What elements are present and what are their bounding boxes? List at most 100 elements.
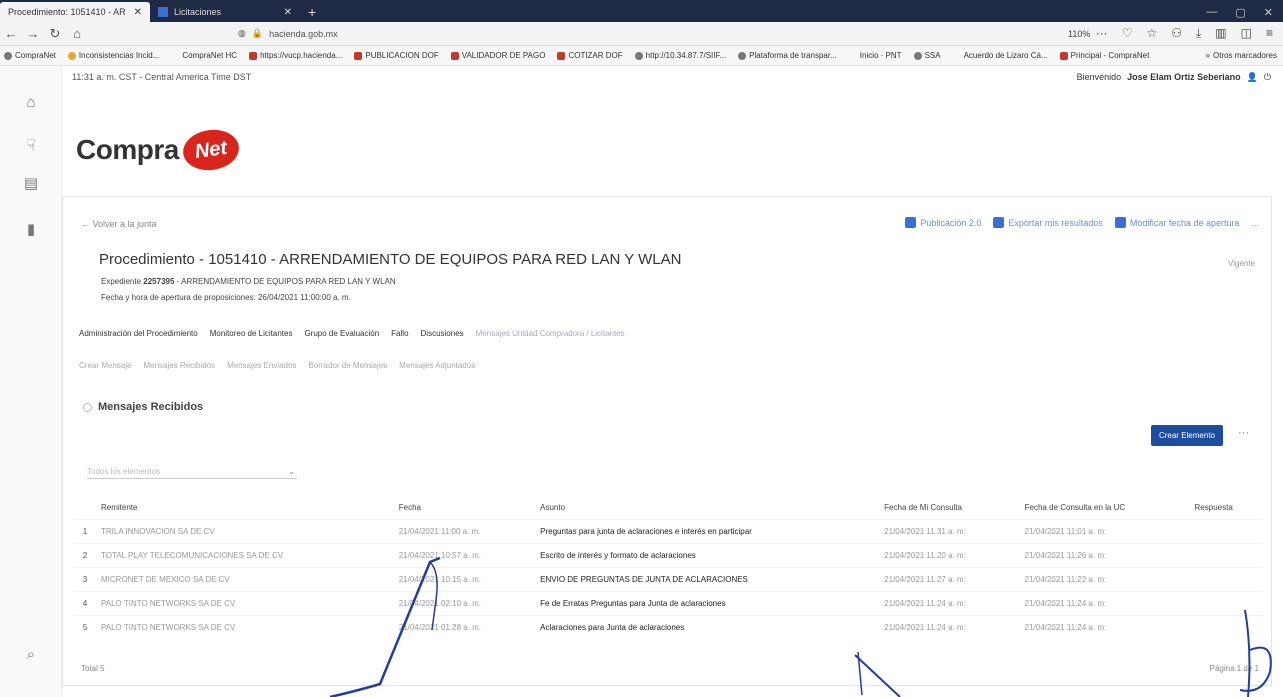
window-controls: — ▢ ✕	[1196, 2, 1283, 22]
bookmark-item[interactable]: SSA	[913, 51, 941, 60]
back-link[interactable]: ← Volver a la junta	[81, 219, 157, 229]
bookmark-item[interactable]: https://vucp.hacienda...	[249, 51, 342, 60]
subject-link[interactable]: ENVIO DE PREGUNTAS DE JUNTA DE ACLARACIO…	[536, 566, 881, 591]
pocket-icon[interactable]: ♡	[1122, 26, 1133, 41]
bookmark-label: VALIDADOR DE PAGO	[461, 51, 546, 60]
back-arrow-icon[interactable]: ←	[0, 26, 22, 41]
minimize-icon[interactable]: —	[1206, 6, 1217, 18]
handshake-icon[interactable]: ☟	[22, 136, 40, 154]
status-badge: Vigente	[1228, 259, 1255, 268]
bookmark-item[interactable]: COTIZAR DOF	[557, 51, 623, 60]
star-icon[interactable]: ☆	[1146, 26, 1157, 41]
table-row[interactable]: 2 TOTAL PLAY TELECOMUNICACIONES SA DE CV 2…	[73, 542, 1263, 567]
bookmark-item[interactable]: Principal - CompraNet	[1059, 51, 1149, 60]
table-cell: 4	[73, 590, 97, 615]
column-header[interactable]: Fecha de Mi Consulta	[880, 497, 1020, 519]
new-tab-icon[interactable]: +	[300, 2, 324, 22]
maximize-icon[interactable]: ▢	[1235, 6, 1245, 19]
tab-message-4[interactable]: Mensajes Adjuntados	[399, 361, 475, 370]
browser-tab-active[interactable]: Procedimiento: 1051410 - AR ✕	[0, 2, 150, 22]
column-header[interactable]: Asunto	[536, 497, 880, 519]
tab-message-2[interactable]: Mensajes Enviados	[227, 361, 296, 370]
column-header[interactable]: Fecha	[395, 497, 536, 519]
search-icon[interactable]: ⌕	[22, 646, 40, 664]
close-window-icon[interactable]: ✕	[1264, 6, 1273, 19]
bookmark-item[interactable]: PUBLICACION DOF	[354, 51, 439, 60]
bookmark-item[interactable]: CompraNet	[4, 51, 56, 60]
tab-procedure-2[interactable]: Grupo de Evaluación	[304, 329, 379, 338]
modify-date-action[interactable]: Modificar fecha de apertura	[1114, 217, 1239, 228]
subject-link[interactable]: Aclaraciones para Junta de aclaraciones	[536, 614, 881, 639]
menu-icon[interactable]: ≡	[1266, 26, 1273, 41]
procedure-title: Procedimiento - 1051410 - ARRENDAMIENTO …	[99, 251, 682, 268]
document-icon[interactable]: ▮	[22, 220, 40, 238]
bookmark-item[interactable]: Plataforma de transpar...	[738, 51, 837, 60]
chart-icon[interactable]: ▤	[22, 174, 40, 192]
tab-procedure-4[interactable]: Discusiones	[421, 329, 464, 338]
more-actions[interactable]: ...	[1251, 217, 1259, 228]
subject-link[interactable]: Escrito de interés y formato de aclaraci…	[536, 542, 881, 567]
subject-link[interactable]: Fe de Erratas Preguntas para Junta de ac…	[536, 590, 881, 615]
power-icon[interactable]: ⏻	[1264, 72, 1271, 83]
bookmark-favicon-icon	[354, 51, 363, 60]
tab-procedure-3[interactable]: Fallo	[391, 329, 408, 338]
account-icon[interactable]: ⚇	[1171, 26, 1182, 41]
table-cell: 21/04/2021 11:24 a. m.	[1020, 614, 1191, 639]
user-icon[interactable]: 👤	[1247, 72, 1258, 83]
table-row[interactable]: 5 PALO TINTO NETWORKS SA DE CV 21/04/2021 …	[73, 614, 1263, 639]
tab-message-1[interactable]: Mensajes Recibidos	[143, 361, 215, 370]
sidebar-icon[interactable]: ◫	[1241, 26, 1252, 41]
close-tab-icon[interactable]: ✕	[134, 7, 142, 18]
column-header[interactable]: Remitente	[97, 497, 395, 519]
pagination[interactable]: Página 1 de 1	[1210, 664, 1259, 673]
toolbar-icons: ··· ♡ ☆ ⚇ ⤓ ▥ ◫ ≡	[1096, 26, 1283, 41]
home-icon[interactable]: ⌂	[66, 26, 88, 41]
table-cell	[1190, 518, 1263, 543]
view-filter-select[interactable]: Todos los elementos ⌄	[87, 465, 297, 479]
expediente-number[interactable]: 2257395	[143, 277, 174, 286]
table-row[interactable]: 1 TRILA INNOVACION SA DE CV 21/04/2021 11:…	[73, 518, 1263, 543]
download-icon[interactable]: ⤓	[1196, 26, 1201, 41]
bookmark-label: SSA	[924, 51, 941, 60]
tab-procedure-1[interactable]: Monitoreo de Licitantes	[210, 329, 293, 338]
tab-message-3[interactable]: Borrador de Mensajes	[308, 361, 387, 370]
publish-icon	[905, 217, 917, 228]
export-action[interactable]: Exportar mis resultados	[993, 217, 1103, 228]
zoom-level[interactable]: 110%	[1068, 29, 1090, 39]
expediente-label: Expediente	[101, 277, 142, 286]
table-row[interactable]: 4 PALO TINTO NETWORKS SA DE CV 21/04/2021 …	[73, 590, 1263, 615]
globe-icon	[913, 51, 922, 60]
bookmark-item[interactable]: CompraNet HC	[171, 51, 237, 60]
create-element-button[interactable]: Crear Elemento	[1150, 425, 1223, 446]
bookmark-item[interactable]: Inicio · PNT	[849, 51, 902, 60]
bookmark-item[interactable]: Acuerdo de Lizaro Cá...	[953, 51, 1048, 60]
info-bar: 11:31 a. m. CST - Central America Time D…	[62, 66, 1283, 88]
more-icon[interactable]: ···	[1096, 26, 1108, 41]
browser-nav-bar: ← → ↻ ⌂ ◍ 🔒 hacienda.gob.mx 110% ··· ♡ ☆…	[0, 22, 1283, 46]
tab-procedure-0[interactable]: Administración del Procedimiento	[79, 329, 198, 338]
bookmark-item[interactable]: Inconsistencias Incid...	[67, 51, 159, 60]
forward-arrow-icon[interactable]: →	[22, 26, 44, 41]
table-row[interactable]: 3 MICRONET DE MEXICO SA DE CV 21/04/2021 1…	[73, 566, 1263, 591]
panel-actions: Publicación 2.0 Exportar mis resultados …	[905, 217, 1259, 228]
column-header[interactable]: Respuesta	[1191, 497, 1263, 519]
bookmark-item[interactable]: http://10.34.87.7/SIIF...	[634, 51, 726, 60]
close-tab-icon[interactable]: ✕	[284, 7, 292, 18]
tab-message-0[interactable]: Crear Mensaje	[79, 361, 131, 370]
column-header[interactable]	[73, 497, 97, 519]
bookmark-favicon-icon	[249, 51, 258, 60]
reload-icon[interactable]: ↻	[44, 26, 66, 42]
subject-link[interactable]: Preguntas para junta de aclaraciones e i…	[536, 518, 881, 543]
publicacion-action[interactable]: Publicación 2.0	[905, 217, 981, 228]
browser-tab-licitaciones[interactable]: Licitaciones ✕	[150, 2, 300, 22]
globe-icon	[849, 52, 857, 60]
address-bar[interactable]: ◍ 🔒 hacienda.gob.mx	[238, 25, 1048, 43]
more-options-icon[interactable]: ···	[1238, 427, 1249, 439]
tab-procedure-5[interactable]: Mensajes Unidad Compradora / Licitantes	[476, 329, 625, 338]
table-cell: 21/04/2021 10:57 a. m.	[394, 542, 537, 567]
other-bookmarks[interactable]: » Otros marcadores	[1206, 51, 1283, 60]
home-icon[interactable]: ⌂	[22, 94, 40, 112]
bookmark-item[interactable]: VALIDADOR DE PAGO	[450, 51, 546, 60]
column-header[interactable]: Fecha de Consulta en la UC	[1021, 497, 1191, 519]
library-icon[interactable]: ▥	[1215, 26, 1226, 41]
